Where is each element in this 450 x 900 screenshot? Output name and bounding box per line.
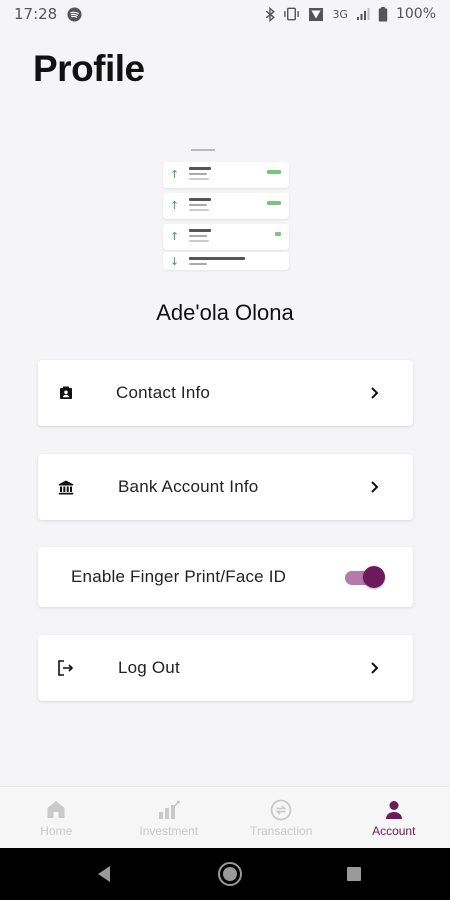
home-button-icon[interactable] <box>217 861 243 887</box>
toggle-thumb <box>363 566 385 588</box>
signal-icon <box>356 7 370 21</box>
data-saver-icon <box>308 7 324 22</box>
logout-label: Log Out <box>118 658 180 677</box>
back-icon[interactable] <box>96 865 112 883</box>
bottom-navigation: Home Investment Transaction Account <box>0 786 450 848</box>
nav-item-transaction[interactable]: Transaction <box>225 787 338 848</box>
investment-icon <box>157 798 181 822</box>
nav-label-home: Home <box>40 823 73 838</box>
page-title: Profile <box>33 48 145 89</box>
system-navigation-bar <box>0 848 450 900</box>
contact-info-card[interactable]: Contact Info <box>38 360 413 426</box>
nav-label-account: Account <box>372 823 416 838</box>
logout-icon <box>56 658 76 678</box>
recents-icon[interactable] <box>346 866 362 882</box>
biometric-label: Enable Finger Print/Face ID <box>71 567 287 586</box>
transaction-icon <box>269 798 293 822</box>
nav-label-investment: Investment <box>139 823 199 838</box>
status-time: 17:28 <box>14 5 58 23</box>
vibrate-icon <box>283 7 300 21</box>
biometric-toggle[interactable] <box>345 566 385 588</box>
contact-info-label: Contact Info <box>116 383 211 402</box>
spotify-icon <box>67 6 82 22</box>
bank-icon <box>56 477 76 497</box>
user-name: Ade'ola Olona <box>156 300 294 325</box>
biometric-card: Enable Finger Print/Face ID <box>38 547 413 607</box>
battery-icon <box>378 6 388 22</box>
home-icon <box>44 798 68 822</box>
chevron-right-icon <box>369 661 381 675</box>
profile-illustration: ↑ ↑ ↑ ↓ <box>163 148 293 270</box>
logout-card[interactable]: Log Out <box>38 635 413 701</box>
network-type: 3G <box>332 7 348 21</box>
bank-account-info-label: Bank Account Info <box>118 477 259 496</box>
account-icon <box>382 798 406 822</box>
chevron-right-icon <box>369 386 381 400</box>
nav-item-investment[interactable]: Investment <box>113 787 226 848</box>
nav-item-home[interactable]: Home <box>0 787 113 848</box>
contact-card-icon <box>56 383 76 403</box>
status-bar: 17:28 3G 100% <box>0 0 450 28</box>
nav-label-transaction: Transaction <box>250 823 313 838</box>
battery-level: 100% <box>395 6 436 22</box>
bank-account-info-card[interactable]: Bank Account Info <box>38 454 413 520</box>
bluetooth-icon <box>265 6 276 22</box>
nav-item-account[interactable]: Account <box>338 787 450 848</box>
chevron-right-icon <box>369 480 381 494</box>
